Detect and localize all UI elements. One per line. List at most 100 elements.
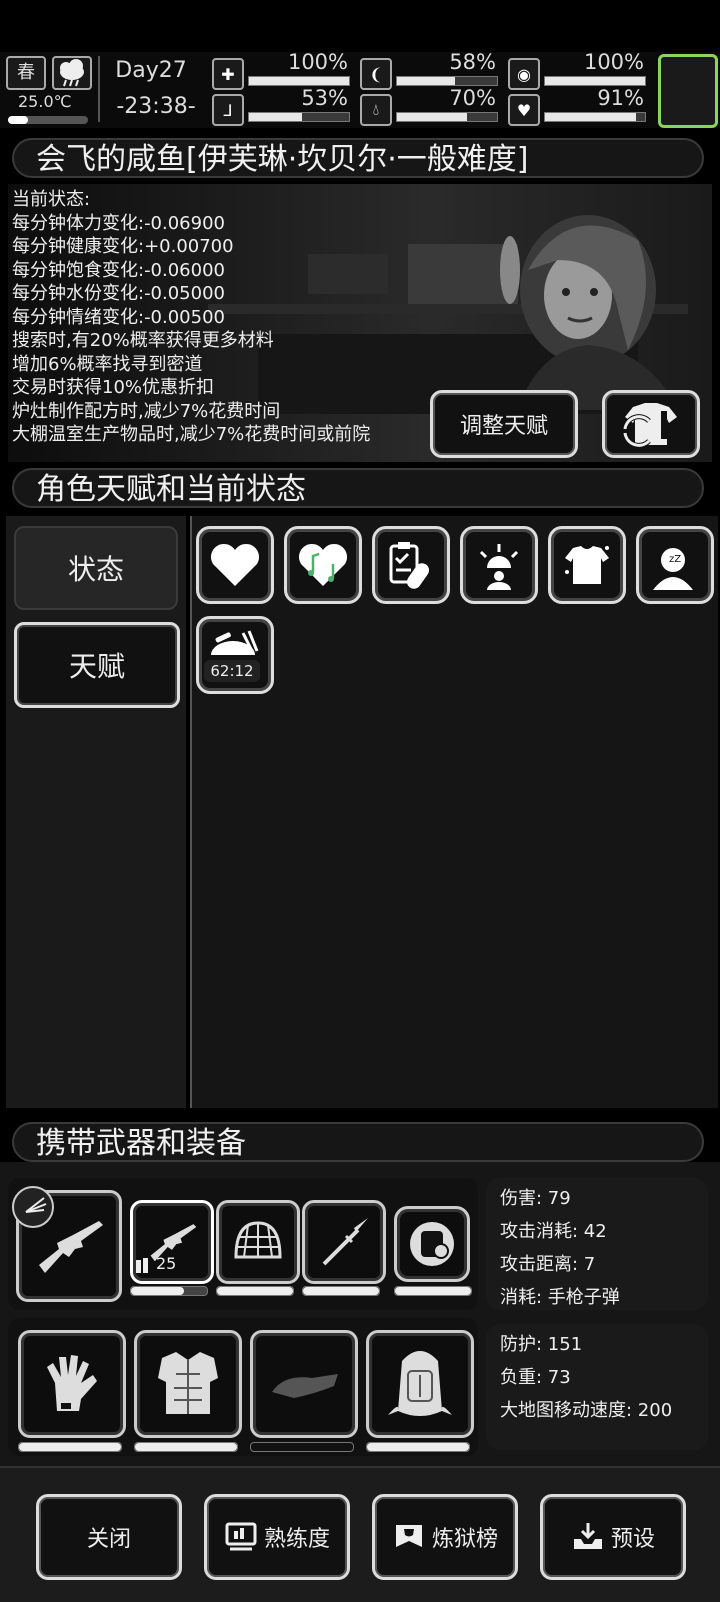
change-outfit-button[interactable] [602, 390, 700, 458]
ranking-label: 炼狱榜 [431, 1527, 498, 1552]
stat-bar [248, 112, 350, 122]
download-tray-icon [573, 1523, 602, 1549]
fire-mode-icon[interactable] [12, 1186, 54, 1228]
stat-bar [396, 76, 498, 86]
status-heading: 当前状态: [12, 189, 91, 210]
divider [98, 56, 100, 122]
ranking-button[interactable]: 炼狱榜 [372, 1494, 518, 1580]
load-stat: 负重: 73 [500, 1367, 571, 1388]
ammo-icon [134, 1254, 150, 1274]
medicine-clipboard-icon[interactable] [372, 526, 450, 604]
melee-slot[interactable] [302, 1200, 386, 1284]
stat-value: 91% [597, 86, 644, 110]
glove-icon [47, 1355, 97, 1411]
alarm-person-icon[interactable] [460, 526, 538, 604]
attack-range-stat: 攻击距离: 7 [500, 1254, 596, 1275]
stat-bar [544, 112, 646, 122]
durability-bar [130, 1286, 208, 1296]
day-counter: Day27 [115, 58, 187, 83]
status-line: 搜索时,有20%概率获得更多材料 [12, 330, 274, 351]
status-line: 每分钟水份变化:-0.05000 [12, 283, 225, 304]
headwear-slot[interactable] [250, 1330, 358, 1438]
status-text: 当前状态: 每分钟体力变化:-0.06900 每分钟健康变化:+0.00700 … [12, 188, 370, 447]
cloud-rain-icon [52, 56, 92, 90]
talents-title: 角色天赋和当前状态 [12, 468, 704, 508]
stat-value: 58% [449, 50, 496, 74]
durability-bar [250, 1442, 354, 1452]
durability-bar [134, 1442, 238, 1452]
game-clock: -23:38- [116, 94, 196, 119]
sleeping-person-icon[interactable]: zZ [636, 526, 714, 604]
map-speed-stat: 大地图移动速度: 200 [500, 1400, 673, 1421]
armor-info: 防护: 151 负重: 73 大地图移动速度: 200 [486, 1324, 708, 1450]
close-label: 关闭 [86, 1527, 131, 1552]
season-indicator: 春 [6, 56, 46, 90]
boot-icon: ⅃ [212, 94, 244, 126]
durability-fill [131, 1287, 185, 1295]
status-line: 炉灶制作配方时,减少7%花费时间 [12, 400, 281, 422]
heart-icon: ♥ [508, 94, 540, 126]
durability-fill [395, 1287, 471, 1295]
trophy-banner-icon [395, 1525, 422, 1547]
preset-label: 预设 [610, 1527, 655, 1552]
helmet-slot[interactable] [216, 1200, 300, 1284]
water-drop-icon: 💧︎ [360, 94, 392, 126]
durability-fill [135, 1443, 237, 1451]
stat-value: 70% [449, 86, 496, 110]
durability-bar [394, 1286, 472, 1296]
character-portrait [500, 215, 678, 410]
durability-fill [19, 1443, 121, 1451]
status-line: 每分钟情绪变化:-0.00500 [12, 306, 225, 328]
protection-stat: 防护: 151 [500, 1334, 583, 1355]
durability-bar [18, 1442, 122, 1452]
attack-cost-stat: 攻击消耗: 42 [500, 1221, 607, 1242]
ammo-type-stat: 消耗: 手枪子弹 [500, 1287, 620, 1308]
armor-vest-icon [158, 1352, 218, 1414]
status-line: 大棚温室生产物品时,减少7%花费时间或前院 [12, 424, 371, 445]
durability-fill [367, 1443, 469, 1451]
status-line: 每分钟体力变化:-0.06900 [12, 212, 225, 234]
adjust-talent-button[interactable]: 调整天赋 [430, 390, 578, 458]
temperature-bar-fill [8, 116, 28, 124]
body-armor-slot[interactable] [134, 1330, 242, 1438]
heart-icon[interactable] [196, 526, 274, 604]
quick-slot-button[interactable] [658, 54, 718, 128]
stat-bar-fill [249, 113, 302, 121]
stat-value: 100% [583, 50, 644, 74]
shield-slot[interactable] [394, 1206, 470, 1282]
status-line: 每分钟健康变化:+0.00700 [12, 236, 234, 257]
food-bowl-icon[interactable] [196, 616, 274, 694]
status-line: 交易时获得10%优惠折扣 [12, 377, 215, 398]
medkit-icon: ✚ [212, 58, 244, 90]
weapon-info: 伤害: 79 攻击消耗: 42 攻击距离: 7 消耗: 手枪子弹 [486, 1178, 708, 1310]
durability-fill [303, 1287, 379, 1295]
ammo-count: 25 [156, 1254, 177, 1273]
stat-value: 100% [287, 50, 348, 74]
stat-bar-fill [545, 77, 645, 85]
equipment-title: 携带武器和装备 [12, 1122, 704, 1162]
music-heart-icon[interactable] [284, 526, 362, 604]
stat-bar-fill [545, 113, 636, 121]
monitor-icon [225, 1522, 257, 1551]
damage-stat: 伤害: 79 [500, 1188, 571, 1209]
stat-bar-fill [397, 113, 467, 121]
close-button[interactable]: 关闭 [36, 1494, 182, 1580]
spear-icon [322, 1218, 368, 1266]
character-title: 会飞的咸鱼[伊芙琳·坎贝尔·一般难度] [12, 138, 704, 178]
durability-fill [217, 1287, 293, 1295]
proficiency-button[interactable]: 熟练度 [204, 1494, 350, 1580]
shirt-icon[interactable] [548, 526, 626, 604]
backpack-icon [388, 1351, 452, 1416]
tab-status[interactable]: 状态 [14, 526, 178, 610]
preset-button[interactable]: 预设 [540, 1494, 686, 1580]
backpack-slot[interactable] [366, 1330, 474, 1438]
cap-icon [272, 1374, 338, 1398]
tab-talents[interactable]: 天赋 [14, 622, 180, 708]
status-line: 每分钟饱食变化:-0.06000 [12, 259, 225, 281]
proficiency-label: 熟练度 [263, 1527, 330, 1552]
stat-value: 53% [301, 86, 348, 110]
durability-bar [302, 1286, 380, 1296]
gloves-slot[interactable] [18, 1330, 126, 1438]
durability-bar [216, 1286, 294, 1296]
helmet-icon [234, 1221, 282, 1259]
